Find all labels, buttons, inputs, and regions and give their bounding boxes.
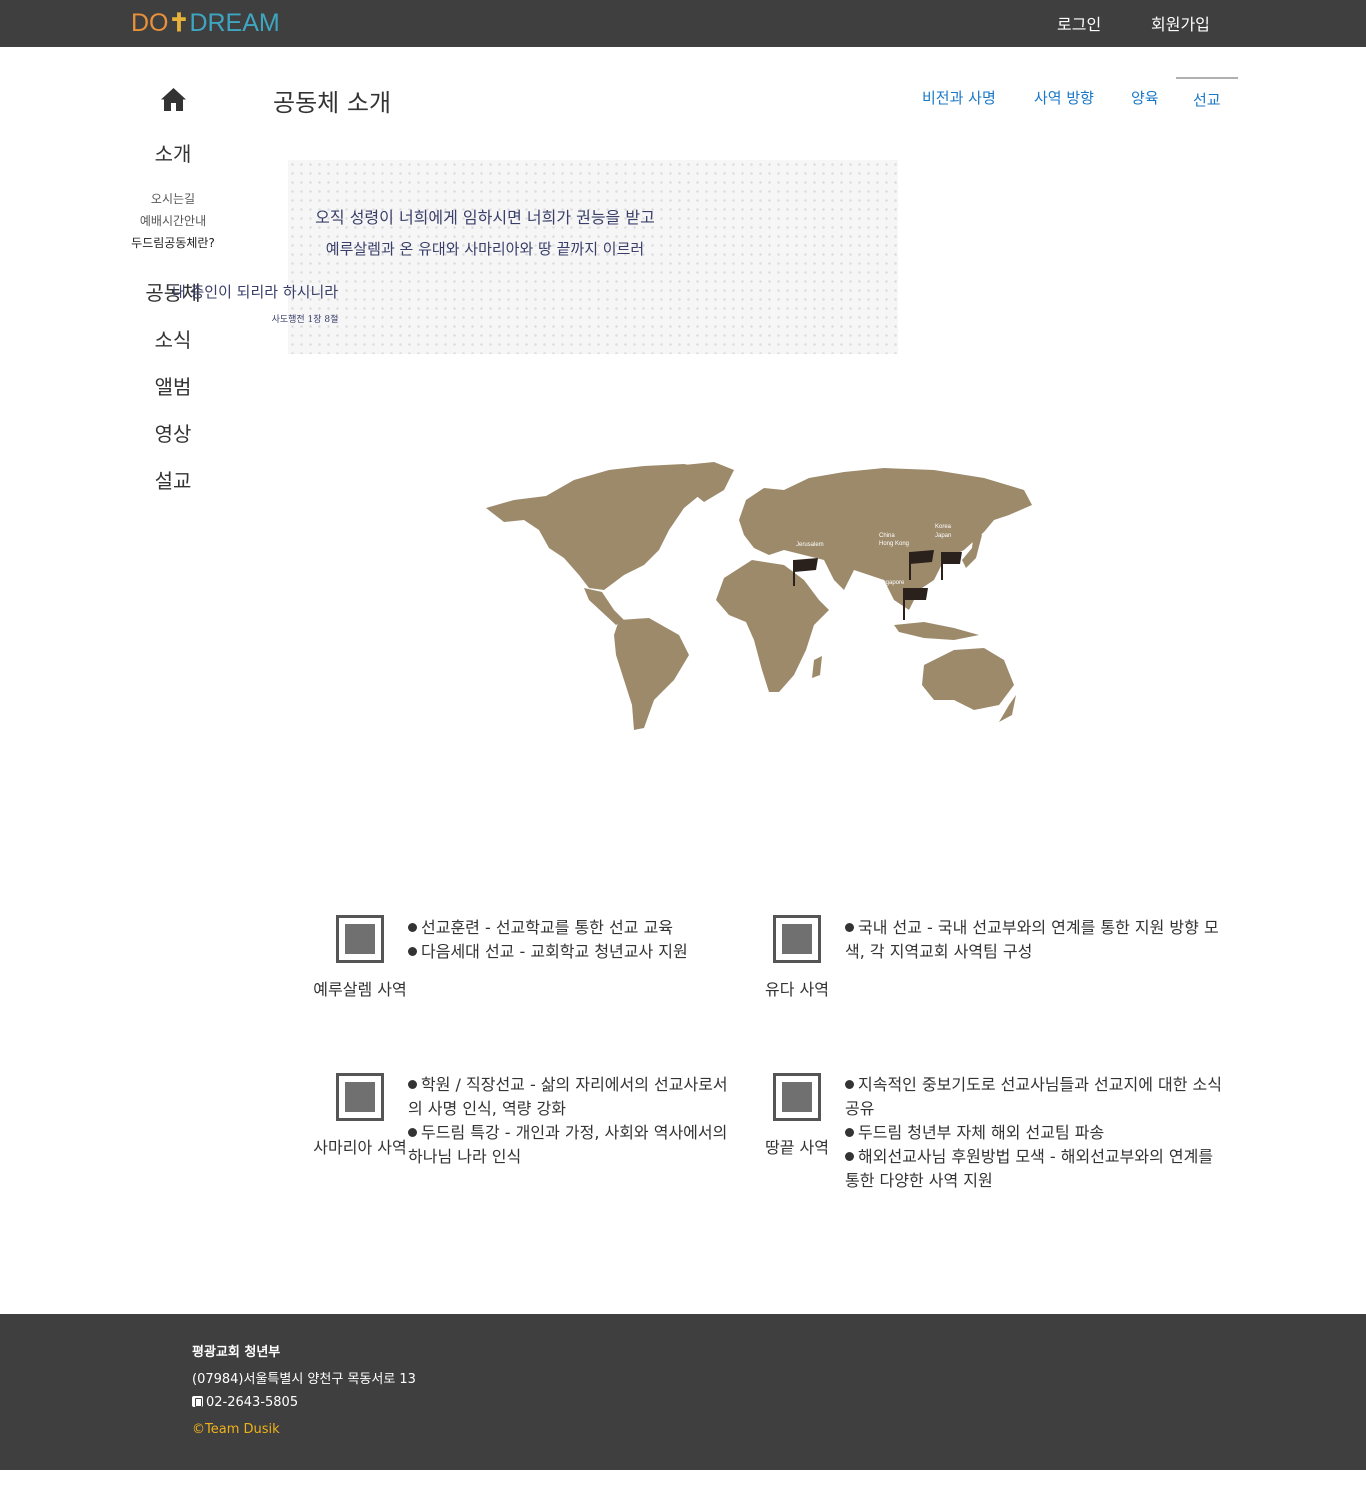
- jerusalem-ministry-desc: 선교훈련 - 선교학교를 통한 선교 교육 다음세대 선교 - 교회학교 청년교…: [408, 916, 728, 964]
- samaria-ministry-desc: 학원 / 직장선교 - 삶의 자리에서의 선교사로서의 사명 인식, 역량 강화…: [408, 1073, 728, 1169]
- map-label-china: China: [879, 533, 895, 539]
- phone-icon: [192, 1396, 203, 1407]
- ends-of-earth-ministry-label: 땅끝 사역: [765, 1138, 829, 1157]
- logo-text-dream: DREAM: [189, 8, 280, 37]
- top-navbar: DO ✝ DREAM 로그인 회원가입: [0, 0, 1366, 47]
- map-label-jerusalem: Jerusalem: [796, 542, 824, 548]
- footer-address: (07984)서울특별시 양천구 목동서로 13: [192, 1372, 416, 1387]
- map-label-japan: Japan: [935, 533, 951, 539]
- judea-ministry-icon: [773, 915, 821, 963]
- banner-verse-reference: 사도행전 1장 8절: [271, 315, 339, 325]
- site-logo[interactable]: DO ✝ DREAM: [131, 8, 280, 38]
- signup-link[interactable]: 회원가입: [1151, 11, 1210, 35]
- jerusalem-ministry-icon: [336, 915, 384, 963]
- ends-of-earth-ministry-icon: [773, 1073, 821, 1121]
- samaria-ministry-label: 사마리아 사역: [313, 1138, 407, 1157]
- samaria-ministry-icon: [336, 1073, 384, 1121]
- logo-text-do: DO: [131, 8, 169, 37]
- banner-verse-line1: 오직 성령이 너희에게 임하시면 너희가 권능을 받고: [315, 208, 655, 227]
- active-tab-indicator: [1176, 77, 1238, 79]
- judea-ministry-desc: 국내 선교 - 국내 선교부와의 연계를 통한 지원 방향 모색, 각 지역교회…: [845, 916, 1225, 964]
- footer-org-name: 평광교회 청년부: [192, 1345, 281, 1360]
- judea-ministry-label: 유다 사역: [765, 980, 829, 999]
- list-item: 다음세대 선교 - 교회학교 청년교사 지원: [408, 940, 728, 964]
- footer-copyright: ©Team Dusik: [192, 1422, 280, 1437]
- map-label-hongkong: Hong Kong: [879, 541, 909, 547]
- jerusalem-ministry-label: 예루살렘 사역: [313, 980, 407, 999]
- tab-nurture[interactable]: 양육: [1131, 87, 1159, 108]
- page-title: 공동체 소개: [273, 89, 392, 117]
- list-item: 선교훈련 - 선교학교를 통한 선교 교육: [408, 916, 728, 940]
- sidebar-item-sermon[interactable]: 설교: [120, 465, 226, 494]
- logo-cross-icon: ✝: [168, 9, 190, 37]
- login-link[interactable]: 로그인: [1057, 11, 1101, 35]
- list-item: 두드림 청년부 자체 해외 선교팀 파송: [845, 1121, 1225, 1145]
- list-item: 지속적인 중보기도로 선교사님들과 선교지에 대한 소식 공유: [845, 1075, 1222, 1118]
- world-map: Jerusalem China Hong Kong Korea Japan Si…: [486, 462, 1032, 730]
- map-label-korea: Korea: [935, 524, 952, 530]
- list-item: 국내 선교 - 국내 선교부와의 연계를 통한 지원 방향 모색, 각 지역교회…: [845, 918, 1219, 961]
- footer-phone: 02-2643-5805: [192, 1395, 298, 1410]
- list-item: 해외선교사님 후원방법 모색 - 해외선교부와의 연계를 통한 다양한 사역 지…: [845, 1147, 1214, 1190]
- sidebar-item-album[interactable]: 앨범: [120, 371, 226, 400]
- banner-verse-line3: 내 증인이 되리라 하시니라: [171, 283, 339, 301]
- home-icon[interactable]: [160, 87, 187, 112]
- sidebar-item-news[interactable]: 소식: [120, 324, 226, 353]
- footer-phone-number: 02-2643-5805: [206, 1395, 299, 1410]
- list-item: 학원 / 직장선교 - 삶의 자리에서의 선교사로서의 사명 인식, 역량 강화: [408, 1075, 728, 1118]
- sidebar-item-intro[interactable]: 소개: [120, 138, 226, 167]
- banner-verse-line2: 예루살렘과 온 유대와 사마리아와 땅 끝까지 이르러: [325, 240, 645, 258]
- map-label-singapore: Singapore: [877, 580, 905, 586]
- tab-mission[interactable]: 선교: [1193, 89, 1221, 110]
- tab-vision[interactable]: 비전과 사명: [922, 87, 996, 108]
- tab-direction[interactable]: 사역 방향: [1034, 87, 1094, 108]
- list-item: 두드림 특강 - 개인과 가정, 사회와 역사에서의 하나님 나라 인식: [408, 1123, 728, 1166]
- footer: 평광교회 청년부 (07984)서울특별시 양천구 목동서로 13 02-264…: [0, 1314, 1366, 1470]
- ends-of-earth-ministry-desc: 지속적인 중보기도로 선교사님들과 선교지에 대한 소식 공유 두드림 청년부 …: [845, 1073, 1225, 1193]
- sidebar-item-video[interactable]: 영상: [120, 418, 226, 447]
